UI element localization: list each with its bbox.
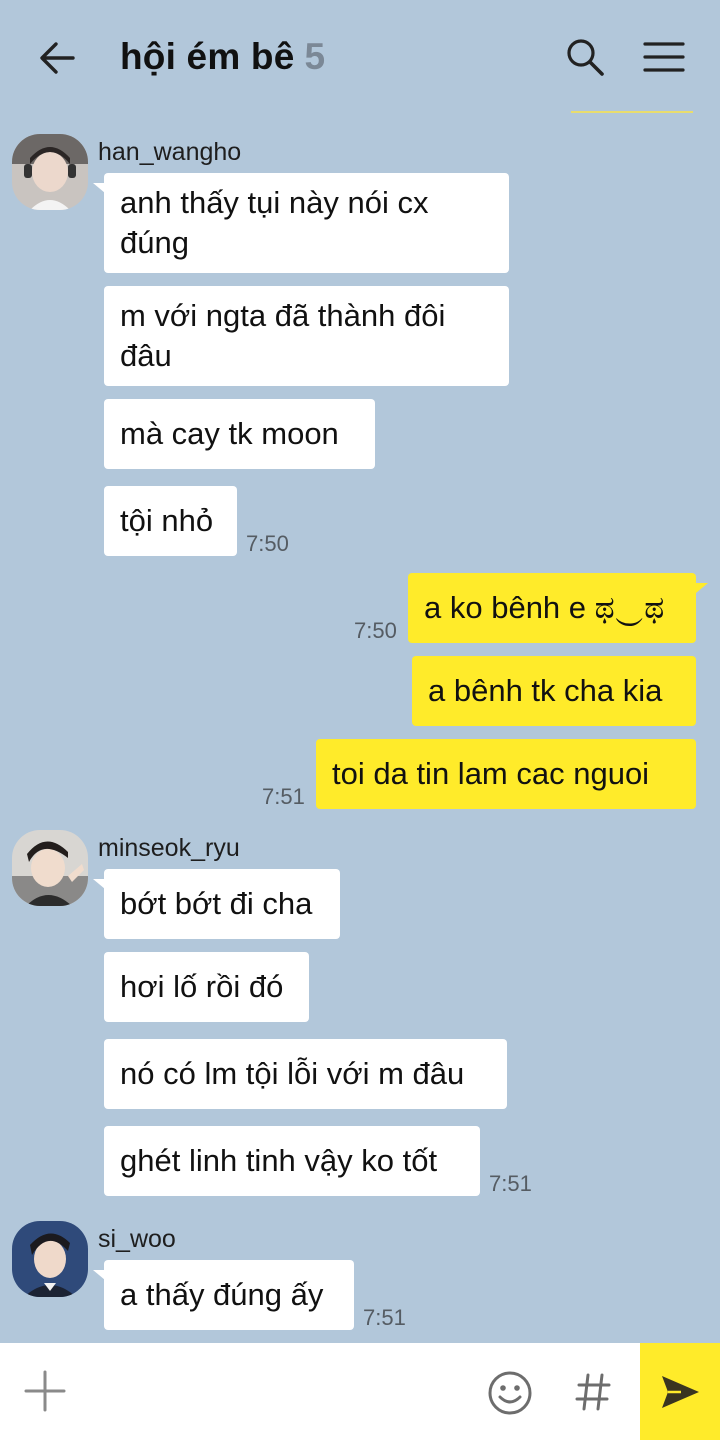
avatar-image [12, 134, 88, 210]
hashtag-button[interactable] [570, 1367, 616, 1417]
composer-bar [0, 1343, 720, 1440]
message-bubble-incoming[interactable]: ghét linh tinh vậy ko tốt [104, 1126, 480, 1196]
chat-header: hội ém bê 5 [0, 0, 720, 116]
attach-button[interactable] [24, 1369, 66, 1413]
avatar-si-woo[interactable] [12, 1221, 88, 1297]
menu-button[interactable] [640, 36, 688, 78]
message-timestamp: 7:50 [246, 531, 289, 556]
sender-name: han_wangho [98, 138, 242, 166]
message-timestamp: 7:50 [354, 618, 397, 643]
message-timestamp: 7:51 [489, 1171, 532, 1196]
arrow-left-icon [40, 42, 75, 74]
avatar-image [12, 1221, 88, 1297]
message-bubble-outgoing[interactable]: toi da tin lam cac nguoi [316, 739, 696, 809]
message-bubble-incoming[interactable]: tội nhỏ [104, 486, 237, 556]
chat-title: hội ém bê 5 [120, 36, 325, 78]
avatar-image [12, 830, 88, 906]
hashtag-icon [575, 1373, 611, 1411]
group-name: hội ém bê [120, 36, 295, 77]
message-input[interactable] [88, 1361, 468, 1421]
header-underline [571, 111, 693, 113]
sender-name: si_woo [98, 1225, 176, 1253]
message-bubble-incoming[interactable]: mà cay tk moon [104, 399, 375, 469]
avatar-han-wangho[interactable] [12, 134, 88, 210]
avatar-minseok-ryu[interactable] [12, 830, 88, 906]
message-bubble-incoming[interactable]: a thấy đúng ấy [104, 1260, 354, 1330]
search-button[interactable] [562, 34, 608, 80]
emoji-button[interactable] [486, 1369, 534, 1417]
plus-icon [24, 1370, 66, 1412]
bubble-tail [696, 583, 708, 593]
message-bubble-outgoing[interactable]: a ko bênh e ಥ‿ಥ [408, 573, 696, 643]
message-bubble-incoming[interactable]: anh thấy tụi này nói cx đúng [104, 173, 509, 273]
sender-name: minseok_ryu [98, 834, 240, 862]
hamburger-icon [643, 42, 685, 72]
message-bubble-incoming[interactable]: hơi lố rồi đó [104, 952, 309, 1022]
message-bubble-outgoing[interactable]: a bênh tk cha kia [412, 656, 696, 726]
smiley-icon [488, 1371, 532, 1415]
magnifier-icon [567, 39, 604, 76]
member-count: 5 [304, 36, 326, 77]
message-bubble-incoming[interactable]: bớt bớt đi cha [104, 869, 340, 939]
message-bubble-incoming[interactable]: m với ngta đã thành đôi đâu [104, 286, 509, 386]
message-timestamp: 7:51 [363, 1305, 406, 1330]
send-button[interactable] [640, 1343, 720, 1440]
back-button[interactable] [34, 36, 80, 80]
message-bubble-incoming[interactable]: nó có lm tội lỗi với m đâu [104, 1039, 507, 1109]
paper-plane-icon [662, 1375, 699, 1408]
message-timestamp: 7:51 [262, 784, 305, 809]
